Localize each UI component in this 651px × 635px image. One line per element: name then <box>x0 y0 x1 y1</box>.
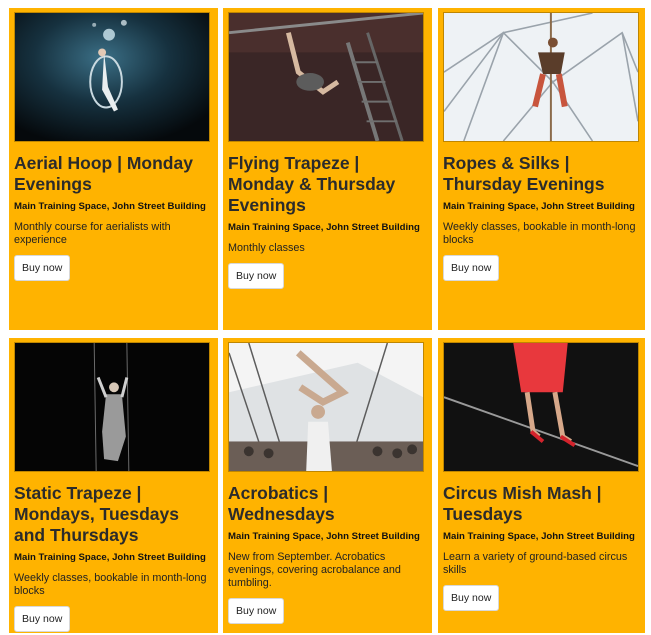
class-title[interactable]: Static Trapeze | Mondays, Tuesdays and T… <box>14 483 213 546</box>
buy-now-button[interactable]: Buy now <box>228 263 285 289</box>
class-title[interactable]: Acrobatics | Wednesdays <box>228 483 427 525</box>
static-trapeze-photo[interactable] <box>14 342 210 472</box>
ropes-silks-photo[interactable] <box>443 12 639 142</box>
aerial-hoop-photo[interactable] <box>14 12 210 142</box>
class-card-flying-trapeze: Flying Trapeze | Monday & Thursday Eveni… <box>223 8 432 330</box>
class-location: Main Training Space, John Street Buildin… <box>228 531 420 542</box>
circus-mish-mash-photo[interactable] <box>443 342 639 472</box>
acrobatics-photo[interactable] <box>228 342 424 472</box>
class-card-static-trapeze: Static Trapeze | Mondays, Tuesdays and T… <box>9 338 218 633</box>
class-location: Main Training Space, John Street Buildin… <box>14 552 206 563</box>
class-description: Weekly classes, bookable in month-long b… <box>443 221 636 246</box>
buy-now-button[interactable]: Buy now <box>443 255 500 281</box>
class-title[interactable]: Circus Mish Mash | Tuesdays <box>443 483 640 525</box>
class-title[interactable]: Flying Trapeze | Monday & Thursday Eveni… <box>228 153 427 216</box>
class-location: Main Training Space, John Street Buildin… <box>228 222 420 233</box>
class-location: Main Training Space, John Street Buildin… <box>443 531 635 542</box>
class-location: Main Training Space, John Street Buildin… <box>443 201 635 212</box>
class-description: New from September. Acrobatics evenings,… <box>228 551 401 589</box>
class-card-ropes-silks: Ropes & Silks | Thursday Evenings Main T… <box>438 8 645 330</box>
buy-now-button[interactable]: Buy now <box>14 255 71 281</box>
class-card-acrobatics: Acrobatics | Wednesdays Main Training Sp… <box>223 338 432 633</box>
flying-trapeze-photo[interactable] <box>228 12 424 142</box>
class-description: Monthly classes <box>228 242 305 254</box>
class-description: Monthly course for aerialists with exper… <box>14 221 171 246</box>
buy-now-button[interactable]: Buy now <box>443 585 500 611</box>
class-location: Main Training Space, John Street Buildin… <box>14 201 206 212</box>
class-description: Weekly classes, bookable in month-long b… <box>14 572 207 597</box>
buy-now-button[interactable]: Buy now <box>228 598 285 624</box>
class-title[interactable]: Aerial Hoop | Monday Evenings <box>14 153 213 195</box>
class-card-circus-mish-mash: Circus Mish Mash | Tuesdays Main Trainin… <box>438 338 645 633</box>
class-title[interactable]: Ropes & Silks | Thursday Evenings <box>443 153 640 195</box>
class-grid: Aerial Hoop | Monday Evenings Main Train… <box>0 0 651 635</box>
class-description: Learn a variety of ground-based circus s… <box>443 551 628 576</box>
class-card-aerial-hoop: Aerial Hoop | Monday Evenings Main Train… <box>9 8 218 330</box>
buy-now-button[interactable]: Buy now <box>14 606 71 632</box>
